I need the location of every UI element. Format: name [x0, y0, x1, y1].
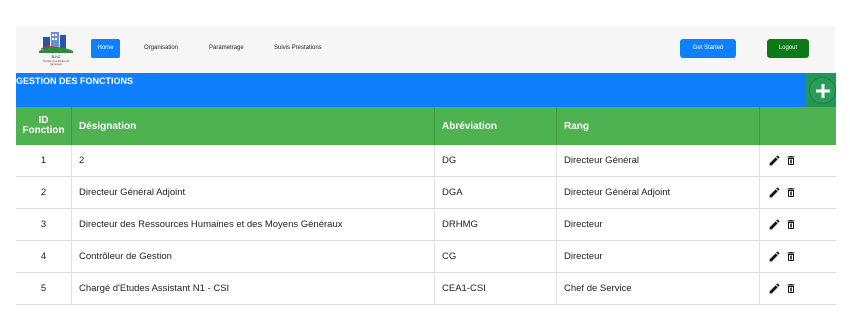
table-header: ID Fonction Désignation Abréviation Rang — [16, 107, 836, 145]
cell-actions — [760, 273, 836, 305]
cell-abreviation: DG — [435, 145, 557, 177]
cell-designation: Directeur des Ressources Humaines et des… — [72, 209, 435, 241]
cell-rang: Directeur Général — [557, 145, 760, 177]
delete-icon[interactable] — [785, 250, 797, 263]
column-header-id: ID Fonction — [16, 107, 72, 145]
logo-subtitle: Société Immobilière du Cameroun — [42, 60, 70, 66]
functions-table: ID Fonction Désignation Abréviation Rang… — [16, 107, 836, 305]
logout-button[interactable]: Logout — [767, 39, 809, 58]
table-row: 2 Directeur Général Adjoint DGA Directeu… — [16, 177, 836, 209]
get-started-button[interactable]: Get Started — [680, 39, 736, 58]
table-row: 3 Directeur des Ressources Humaines et d… — [16, 209, 836, 241]
logo-icon — [39, 32, 73, 53]
cell-actions — [760, 177, 836, 209]
cell-abreviation: DRHMG — [435, 209, 557, 241]
cell-actions — [760, 145, 836, 177]
nav-organisation-link[interactable]: Organisation — [144, 39, 178, 58]
cell-actions — [760, 241, 836, 273]
edit-icon[interactable] — [768, 154, 781, 167]
section-header: GESTION DES FONCTIONS — [16, 73, 806, 107]
page-title: GESTION DES FONCTIONS — [16, 76, 134, 86]
cell-designation: Contrôleur de Gestion — [72, 241, 435, 273]
cell-actions — [760, 209, 836, 241]
column-header-rang: Rang — [557, 107, 760, 145]
page: S.I.C Société Immobilière du Cameroun Ho… — [0, 0, 850, 327]
cell-abreviation: CG — [435, 241, 557, 273]
delete-icon[interactable] — [785, 282, 797, 295]
logo-name: S.I.C — [51, 54, 61, 59]
cell-designation: 2 — [72, 145, 435, 177]
cell-id: 4 — [16, 241, 72, 273]
nav-home-link[interactable]: Home — [91, 39, 120, 58]
table-row: 4 Contrôleur de Gestion CG Directeur — [16, 241, 836, 273]
table-body: 1 2 DG Directeur Général 2 Directeur Gén… — [16, 145, 836, 305]
nav-suivis-prestations-link[interactable]: Suivis Prestations — [274, 39, 322, 58]
add-button-container — [806, 73, 836, 107]
cell-id: 5 — [16, 273, 72, 305]
top-navbar: S.I.C Société Immobilière du Cameroun Ho… — [16, 26, 835, 73]
cell-rang: Directeur Général Adjoint — [557, 177, 760, 209]
cell-id: 1 — [16, 145, 72, 177]
cell-rang: Directeur — [557, 209, 760, 241]
company-logo[interactable]: S.I.C Société Immobilière du Cameroun — [37, 29, 75, 69]
delete-icon[interactable] — [785, 154, 797, 167]
cell-id: 3 — [16, 209, 72, 241]
cell-abreviation: DGA — [435, 177, 557, 209]
cell-rang: Chef de Service — [557, 273, 760, 305]
edit-icon[interactable] — [768, 250, 781, 263]
delete-icon[interactable] — [785, 186, 797, 199]
column-header-designation: Désignation — [72, 107, 435, 145]
table-row: 1 2 DG Directeur Général — [16, 145, 836, 177]
plus-icon — [816, 84, 830, 98]
column-header-abreviation: Abréviation — [435, 107, 557, 145]
table-row: 5 Chargé d'Etudes Assistant N1 - CSI CEA… — [16, 273, 836, 305]
edit-icon[interactable] — [768, 218, 781, 231]
cell-rang: Directeur — [557, 241, 760, 273]
delete-icon[interactable] — [785, 218, 797, 231]
cell-designation: Directeur Général Adjoint — [72, 177, 435, 209]
cell-abreviation: CEA1-CSI — [435, 273, 557, 305]
column-header-actions — [760, 107, 836, 145]
column-header-id-line2: Fonction — [22, 125, 65, 136]
add-function-button[interactable] — [809, 77, 836, 104]
cell-designation: Chargé d'Etudes Assistant N1 - CSI — [72, 273, 435, 305]
cell-id: 2 — [16, 177, 72, 209]
edit-icon[interactable] — [768, 186, 781, 199]
edit-icon[interactable] — [768, 282, 781, 295]
nav-parametrage-link[interactable]: Parametrage — [209, 39, 244, 58]
